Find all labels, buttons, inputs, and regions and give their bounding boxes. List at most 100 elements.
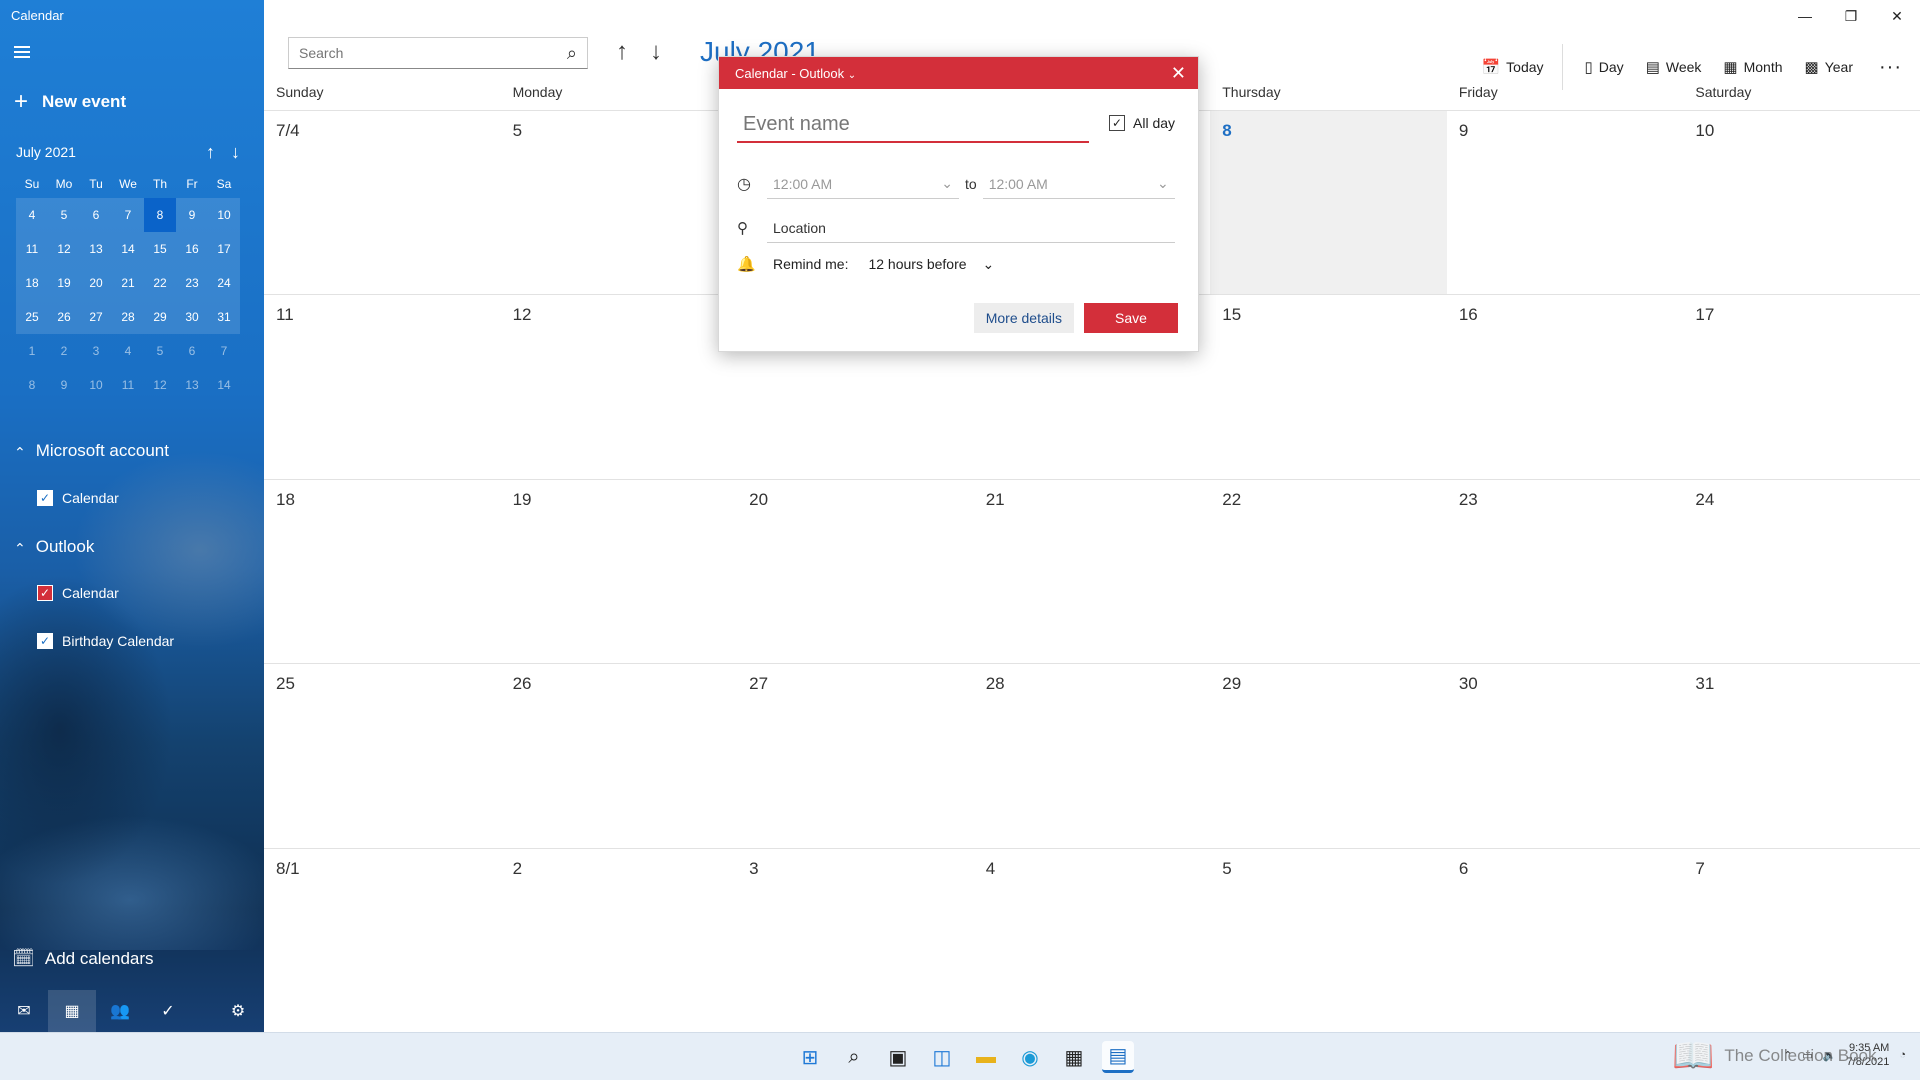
- mini-day[interactable]: 4: [16, 198, 48, 232]
- mini-day[interactable]: 20: [80, 266, 112, 300]
- close-icon[interactable]: ✕: [1171, 63, 1186, 84]
- event-name-field[interactable]: [737, 107, 1089, 143]
- checkbox-checked-icon[interactable]: ✓: [37, 585, 53, 601]
- hamburger-menu-icon[interactable]: [14, 46, 30, 58]
- mini-day[interactable]: 14: [208, 368, 240, 402]
- file-explorer-icon[interactable]: ▬: [970, 1041, 1002, 1073]
- day-cell[interactable]: 8/1: [264, 849, 501, 1033]
- day-cell[interactable]: 16: [1446, 295, 1684, 480]
- widgets-icon[interactable]: ◫: [926, 1041, 958, 1073]
- mini-day[interactable]: 15: [144, 232, 176, 266]
- day-cell[interactable]: 26: [500, 664, 738, 849]
- mini-day[interactable]: 6: [80, 198, 112, 232]
- mini-day[interactable]: 3: [80, 334, 112, 368]
- mini-day[interactable]: 13: [80, 232, 112, 266]
- day-cell-today[interactable]: 8: [1210, 111, 1447, 296]
- day-cell[interactable]: 7/4: [264, 111, 501, 296]
- day-cell[interactable]: 18: [264, 480, 501, 665]
- account-header-microsoft[interactable]: ⌄ Microsoft account: [14, 441, 169, 461]
- week-view-button[interactable]: ▤ Week: [1646, 58, 1702, 76]
- previous-month-icon[interactable]: ↑: [616, 38, 628, 66]
- day-cell[interactable]: 10: [1683, 111, 1920, 296]
- reminder-dropdown[interactable]: 12 hours before ⌄: [868, 256, 994, 273]
- day-cell[interactable]: 31: [1683, 664, 1920, 849]
- search-box[interactable]: ⌕: [288, 37, 588, 69]
- day-cell[interactable]: 5: [1210, 849, 1447, 1033]
- day-cell[interactable]: 19: [500, 480, 738, 665]
- search-icon[interactable]: ⌕: [567, 43, 577, 64]
- more-details-button[interactable]: More details: [973, 303, 1074, 333]
- checkbox-checked-icon[interactable]: ✓: [37, 490, 53, 506]
- mini-month-label[interactable]: July 2021: [16, 144, 76, 160]
- calendar-icon[interactable]: ▦: [48, 990, 96, 1032]
- day-cell[interactable]: 12: [500, 295, 738, 480]
- all-day-checkbox[interactable]: ✓ All day: [1109, 115, 1175, 131]
- edge-browser-icon[interactable]: ◉: [1014, 1041, 1046, 1073]
- mini-day[interactable]: 31: [208, 300, 240, 334]
- month-view-button[interactable]: ▦ Month: [1723, 58, 1782, 76]
- mini-day[interactable]: 2: [48, 334, 80, 368]
- mini-day[interactable]: 19: [48, 266, 80, 300]
- mini-day[interactable]: 9: [48, 368, 80, 402]
- day-cell[interactable]: 22: [1210, 480, 1447, 665]
- mini-day[interactable]: 24: [208, 266, 240, 300]
- checkbox-checked-icon[interactable]: ✓: [37, 633, 53, 649]
- end-time-dropdown[interactable]: 12:00 AM ⌄: [982, 169, 1175, 199]
- windows-start-icon[interactable]: ⊞: [794, 1041, 826, 1073]
- day-cell[interactable]: 4: [973, 849, 1211, 1033]
- mini-day[interactable]: 7: [208, 334, 240, 368]
- day-cell[interactable]: 2: [500, 849, 738, 1033]
- mini-day[interactable]: 23: [176, 266, 208, 300]
- mini-day-selected[interactable]: 8: [144, 198, 176, 232]
- settings-icon[interactable]: ⚙: [214, 990, 262, 1032]
- day-cell[interactable]: 15: [1210, 295, 1447, 480]
- day-cell[interactable]: 25: [264, 664, 501, 849]
- account-header-outlook[interactable]: ⌄ Outlook: [14, 537, 94, 557]
- calendar-item[interactable]: ✓ Birthday Calendar: [37, 633, 174, 649]
- location-input[interactable]: [767, 213, 1175, 243]
- day-cell[interactable]: 17: [1683, 295, 1920, 480]
- mini-day[interactable]: 18: [16, 266, 48, 300]
- day-cell[interactable]: 23: [1446, 480, 1684, 665]
- day-cell[interactable]: 7: [1683, 849, 1920, 1033]
- mini-day[interactable]: 12: [48, 232, 80, 266]
- mini-day[interactable]: 29: [144, 300, 176, 334]
- notifications-icon[interactable]: ◔: [1899, 1049, 1906, 1061]
- minimize-icon[interactable]: —: [1782, 0, 1828, 32]
- mini-day[interactable]: 26: [48, 300, 80, 334]
- mini-day[interactable]: 10: [208, 198, 240, 232]
- day-cell[interactable]: 6: [1446, 849, 1684, 1033]
- todo-icon[interactable]: ✓: [144, 990, 192, 1032]
- restore-icon[interactable]: ❐: [1828, 0, 1874, 32]
- mini-day[interactable]: 5: [144, 334, 176, 368]
- search-icon[interactable]: ⌕: [838, 1041, 870, 1073]
- mini-day[interactable]: 25: [16, 300, 48, 334]
- calendar-item[interactable]: ✓ Calendar: [37, 490, 119, 506]
- day-cell[interactable]: 28: [973, 664, 1211, 849]
- save-button[interactable]: Save: [1084, 303, 1178, 333]
- store-icon[interactable]: ▦: [1058, 1041, 1090, 1073]
- year-view-button[interactable]: ▩ Year: [1805, 58, 1853, 76]
- mini-day[interactable]: 22: [144, 266, 176, 300]
- mini-day[interactable]: 14: [112, 232, 144, 266]
- day-cell[interactable]: 30: [1446, 664, 1684, 849]
- next-month-icon[interactable]: ↓: [650, 38, 662, 66]
- task-view-icon[interactable]: ▣: [882, 1041, 914, 1073]
- day-cell[interactable]: 27: [737, 664, 974, 849]
- close-window-icon[interactable]: ✕: [1874, 0, 1920, 32]
- mini-day[interactable]: 17: [208, 232, 240, 266]
- day-cell[interactable]: 9: [1446, 111, 1684, 296]
- event-name-input[interactable]: [737, 107, 1089, 141]
- new-event-button[interactable]: + New event: [14, 90, 126, 114]
- mini-day[interactable]: 7: [112, 198, 144, 232]
- mini-day[interactable]: 27: [80, 300, 112, 334]
- mini-day[interactable]: 8: [16, 368, 48, 402]
- mini-day[interactable]: 6: [176, 334, 208, 368]
- start-time-dropdown[interactable]: 12:00 AM ⌄: [767, 169, 959, 199]
- day-cell[interactable]: 5: [500, 111, 738, 296]
- day-cell[interactable]: 20: [737, 480, 974, 665]
- mini-day[interactable]: 12: [144, 368, 176, 402]
- mini-day[interactable]: 16: [176, 232, 208, 266]
- day-cell[interactable]: 11: [264, 295, 501, 480]
- day-view-button[interactable]: ▯ Day: [1585, 58, 1624, 76]
